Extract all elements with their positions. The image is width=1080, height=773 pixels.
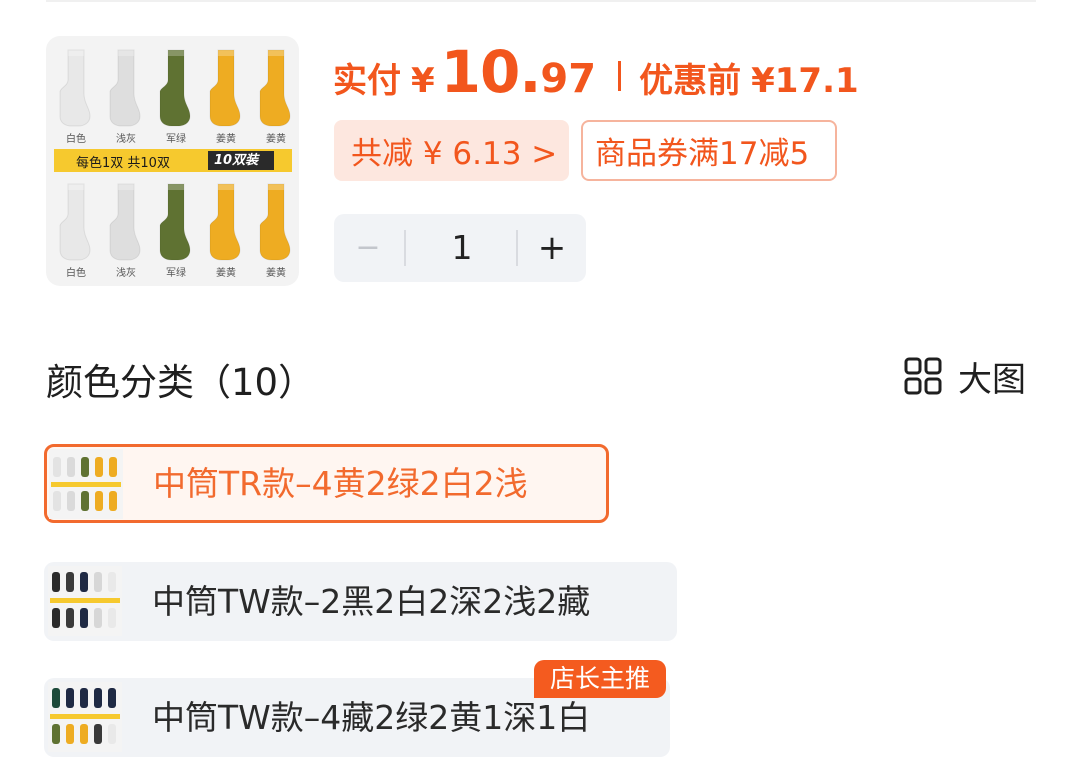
stepper-divider <box>404 230 406 266</box>
currency-symbol: ¥ <box>411 61 435 101</box>
sock-row-bottom: 白色 浅灰 军绿 姜黄 姜黄 <box>46 178 299 286</box>
sock-image <box>206 46 246 128</box>
sock-color-label: 浅灰 <box>116 268 136 279</box>
sock-image <box>156 46 196 128</box>
color-category-title: 颜色分类（10） <box>46 361 316 404</box>
sock-color-label: 军绿 <box>166 134 186 145</box>
paid-price-decimal: 97 <box>540 56 597 102</box>
decrease-button[interactable]: − <box>354 228 382 268</box>
variant-label: 中筒TW款–4藏2绿2黄1深1白 <box>152 698 591 737</box>
sock-color-label: 姜黄 <box>216 268 236 279</box>
sock-color-label: 白色 <box>66 268 86 279</box>
total-saving-tag[interactable]: 共减 ¥ 6.13 > <box>334 120 569 181</box>
sock-image <box>256 46 296 128</box>
sock-color-label: 姜黄 <box>266 268 286 279</box>
original-price-label: 优惠前 <box>639 61 742 101</box>
price-separator <box>618 61 622 91</box>
sock-image <box>256 180 296 262</box>
grid-icon <box>904 357 942 395</box>
variant-thumbnail <box>48 682 122 752</box>
sock-image <box>156 180 196 262</box>
sock-image <box>56 46 96 128</box>
sock-row-top: 白色 浅灰 军绿 姜黄 姜黄 <box>46 44 299 152</box>
variant-thumbnail <box>49 449 123 519</box>
top-divider <box>46 0 1036 2</box>
sock-color-label: 军绿 <box>166 268 186 279</box>
original-price: ¥17.1 <box>751 61 859 101</box>
variant-label: 中筒TW款–2黑2白2深2浅2藏 <box>152 582 591 621</box>
sock-color-label: 姜黄 <box>216 134 236 145</box>
sock-image <box>56 180 96 262</box>
sock-color-label: 姜黄 <box>266 134 286 145</box>
big-image-label: 大图 <box>958 359 1026 400</box>
stepper-divider <box>516 230 518 266</box>
sock-color-label: 白色 <box>66 134 86 145</box>
variant-label: 中筒TR款–4黄2绿2白2浅 <box>153 464 528 503</box>
quantity-stepper: − 1 + <box>334 214 586 282</box>
paid-label: 实付 <box>333 61 401 101</box>
sock-image <box>206 180 246 262</box>
sock-image <box>106 46 146 128</box>
price-line: 实付 ¥ 10. 97 优惠前 ¥17.1 <box>333 38 859 106</box>
paid-price-integer: 10. <box>440 38 542 106</box>
coupon-tag: 商品券满17减5 <box>581 120 837 181</box>
increase-button[interactable]: + <box>534 228 570 268</box>
promo-band-text: 每色1双 共10双 <box>76 156 170 171</box>
variant-option[interactable]: 中筒TW款–2黑2白2深2浅2藏 <box>44 562 677 641</box>
store-recommend-badge: 店长主推 <box>534 660 666 698</box>
pack-badge: 10双装 <box>208 151 274 170</box>
product-image[interactable]: 白色 浅灰 军绿 姜黄 姜黄 每色1双 共10双 10双装 白色 浅灰 军绿 姜黄 姜黄 <box>46 36 299 286</box>
sock-image <box>106 180 146 262</box>
variant-option[interactable]: 中筒TR款–4黄2绿2白2浅 <box>44 444 609 523</box>
sock-color-label: 浅灰 <box>116 134 136 145</box>
variant-thumbnail <box>48 566 122 636</box>
big-image-toggle[interactable]: 大图 <box>904 356 1026 400</box>
quantity-value[interactable]: 1 <box>410 226 514 270</box>
promo-band: 每色1双 共10双 10双装 <box>54 149 292 172</box>
